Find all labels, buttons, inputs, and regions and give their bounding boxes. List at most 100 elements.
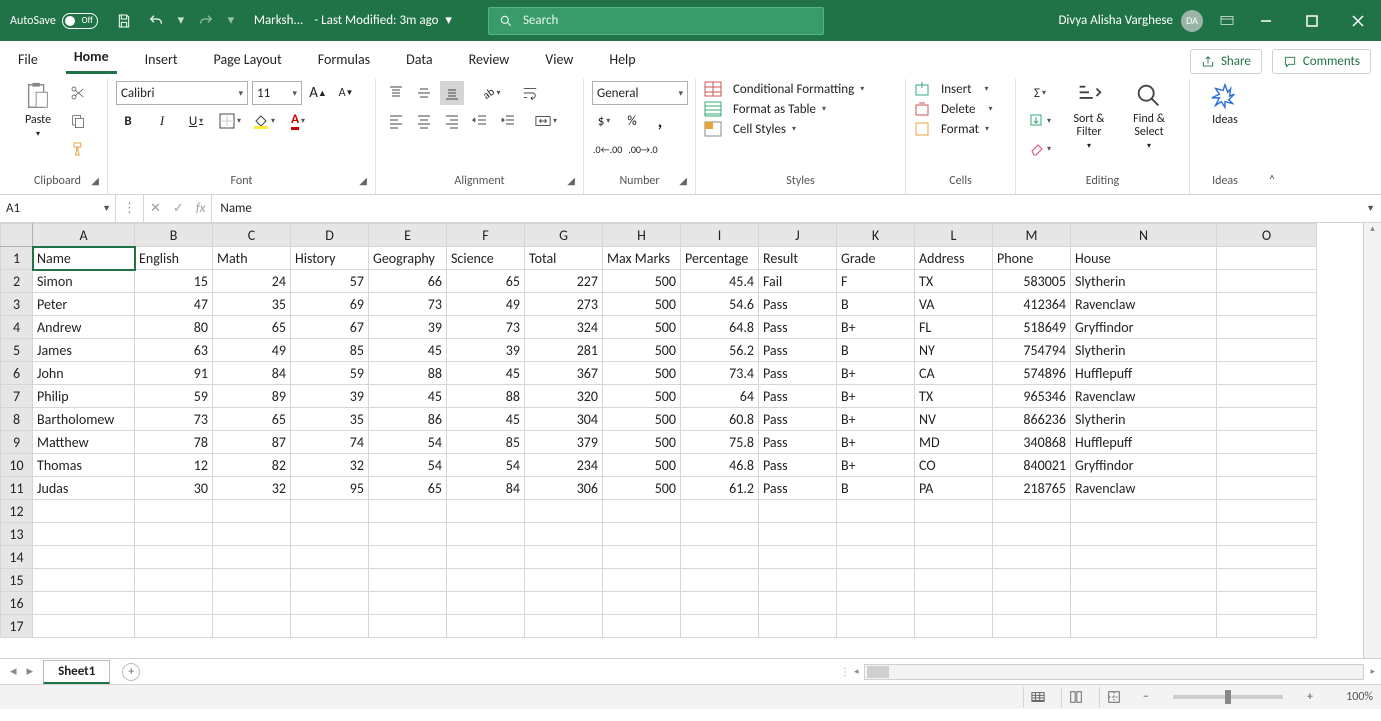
cell-L16[interactable] [915,592,993,615]
cell-I4[interactable]: 64.8 [681,316,759,339]
cell-E13[interactable] [369,523,447,546]
zoom-level[interactable]: 100% [1329,690,1373,704]
cell-A17[interactable] [33,615,135,638]
sheet-nav-prev[interactable]: ◂ [10,664,17,679]
cell-E16[interactable] [369,592,447,615]
cell-D6[interactable]: 59 [291,362,369,385]
cell-C1[interactable]: Math [213,247,291,270]
cell-H4[interactable]: 500 [603,316,681,339]
increase-decimal-button[interactable]: .0←.00 [592,137,623,161]
cell-I17[interactable] [681,615,759,638]
ribbon-tab-home[interactable]: Home [66,42,117,74]
cell-N2[interactable]: Slytherin [1071,270,1217,293]
cell-M13[interactable] [993,523,1071,546]
cell-M7[interactable]: 965346 [993,385,1071,408]
cell-N12[interactable] [1071,500,1217,523]
cell-G15[interactable] [525,569,603,592]
insert-cells-button[interactable]: Insert ▾ [914,81,992,97]
alignment-launcher[interactable]: ◢ [567,174,575,187]
cell-O4[interactable] [1217,316,1317,339]
page-layout-view-button[interactable] [1061,687,1089,707]
cell-L8[interactable]: NV [915,408,993,431]
cell-E14[interactable] [369,546,447,569]
cell-F14[interactable] [447,546,525,569]
cell-M9[interactable]: 340868 [993,431,1071,454]
ribbon-tab-formulas[interactable]: Formulas [310,45,378,74]
cell-I10[interactable]: 46.8 [681,454,759,477]
cell-M3[interactable]: 412364 [993,293,1071,316]
cell-H11[interactable]: 500 [603,477,681,500]
cell-M16[interactable] [993,592,1071,615]
cell-B9[interactable]: 78 [135,431,213,454]
autosum-button[interactable]: Σ▾ [1024,81,1056,105]
ribbon-tab-review[interactable]: Review [461,45,518,74]
cell-O2[interactable] [1217,270,1317,293]
cell-A2[interactable]: Simon [33,270,135,293]
cell-D1[interactable]: History [291,247,369,270]
cell-E2[interactable]: 66 [369,270,447,293]
cell-K1[interactable]: Grade [837,247,915,270]
account-button[interactable]: Divya Alisha Varghese DA [1058,10,1211,32]
cell-I12[interactable] [681,500,759,523]
paste-button[interactable]: Paste ▾ [16,81,60,139]
italic-button[interactable]: I [150,109,174,133]
cell-O10[interactable] [1217,454,1317,477]
cell-F4[interactable]: 73 [447,316,525,339]
row-header-7[interactable]: 7 [1,385,33,408]
align-right-button[interactable] [440,109,464,133]
cell-G16[interactable] [525,592,603,615]
cell-E8[interactable]: 86 [369,408,447,431]
cell-C8[interactable]: 65 [213,408,291,431]
cell-F3[interactable]: 49 [447,293,525,316]
cell-J5[interactable]: Pass [759,339,837,362]
cell-M8[interactable]: 866236 [993,408,1071,431]
cell-A15[interactable] [33,569,135,592]
cell-G1[interactable]: Total [525,247,603,270]
font-name-combo[interactable]: Calibri▾ [116,81,248,105]
cell-J7[interactable]: Pass [759,385,837,408]
cell-G10[interactable]: 234 [525,454,603,477]
ribbon-tab-file[interactable]: File [10,45,46,74]
zoom-in-button[interactable]: + [1301,690,1319,704]
cell-B6[interactable]: 91 [135,362,213,385]
cell-B2[interactable]: 15 [135,270,213,293]
cell-O3[interactable] [1217,293,1317,316]
cell-N17[interactable] [1071,615,1217,638]
cell-B4[interactable]: 80 [135,316,213,339]
fill-color-button[interactable]: ▾ [252,109,276,133]
redo-icon[interactable] [190,5,222,37]
font-size-combo[interactable]: 11▾ [252,81,302,105]
cell-N11[interactable]: Ravenclaw [1071,477,1217,500]
cell-F1[interactable]: Science [447,247,525,270]
cell-N13[interactable] [1071,523,1217,546]
cell-I16[interactable] [681,592,759,615]
cell-K5[interactable]: B [837,339,915,362]
cell-C3[interactable]: 35 [213,293,291,316]
cell-K4[interactable]: B+ [837,316,915,339]
hscroll-right[interactable]: ▸ [1370,666,1381,677]
cell-M5[interactable]: 754794 [993,339,1071,362]
cell-B13[interactable] [135,523,213,546]
cell-H15[interactable] [603,569,681,592]
cell-D10[interactable]: 32 [291,454,369,477]
cell-K8[interactable]: B+ [837,408,915,431]
cell-O14[interactable] [1217,546,1317,569]
cell-J15[interactable] [759,569,837,592]
ribbon-tab-help[interactable]: Help [601,45,643,74]
cell-A9[interactable]: Matthew [33,431,135,454]
decrease-decimal-button[interactable]: .00→.0 [627,137,658,161]
cell-H17[interactable] [603,615,681,638]
cell-O8[interactable] [1217,408,1317,431]
find-select-button[interactable]: Find & Select▾ [1122,81,1176,151]
cell-B16[interactable] [135,592,213,615]
cell-A7[interactable]: Philip [33,385,135,408]
cell-H10[interactable]: 500 [603,454,681,477]
cell-C5[interactable]: 49 [213,339,291,362]
cell-K16[interactable] [837,592,915,615]
decrease-font-button[interactable]: A▼ [334,81,358,105]
cell-H9[interactable]: 500 [603,431,681,454]
ribbon-display-icon[interactable] [1211,5,1243,37]
formula-input[interactable]: Name▼ [212,195,1381,222]
comma-format-button[interactable]: , [648,109,672,133]
format-painter-button[interactable] [66,137,90,161]
